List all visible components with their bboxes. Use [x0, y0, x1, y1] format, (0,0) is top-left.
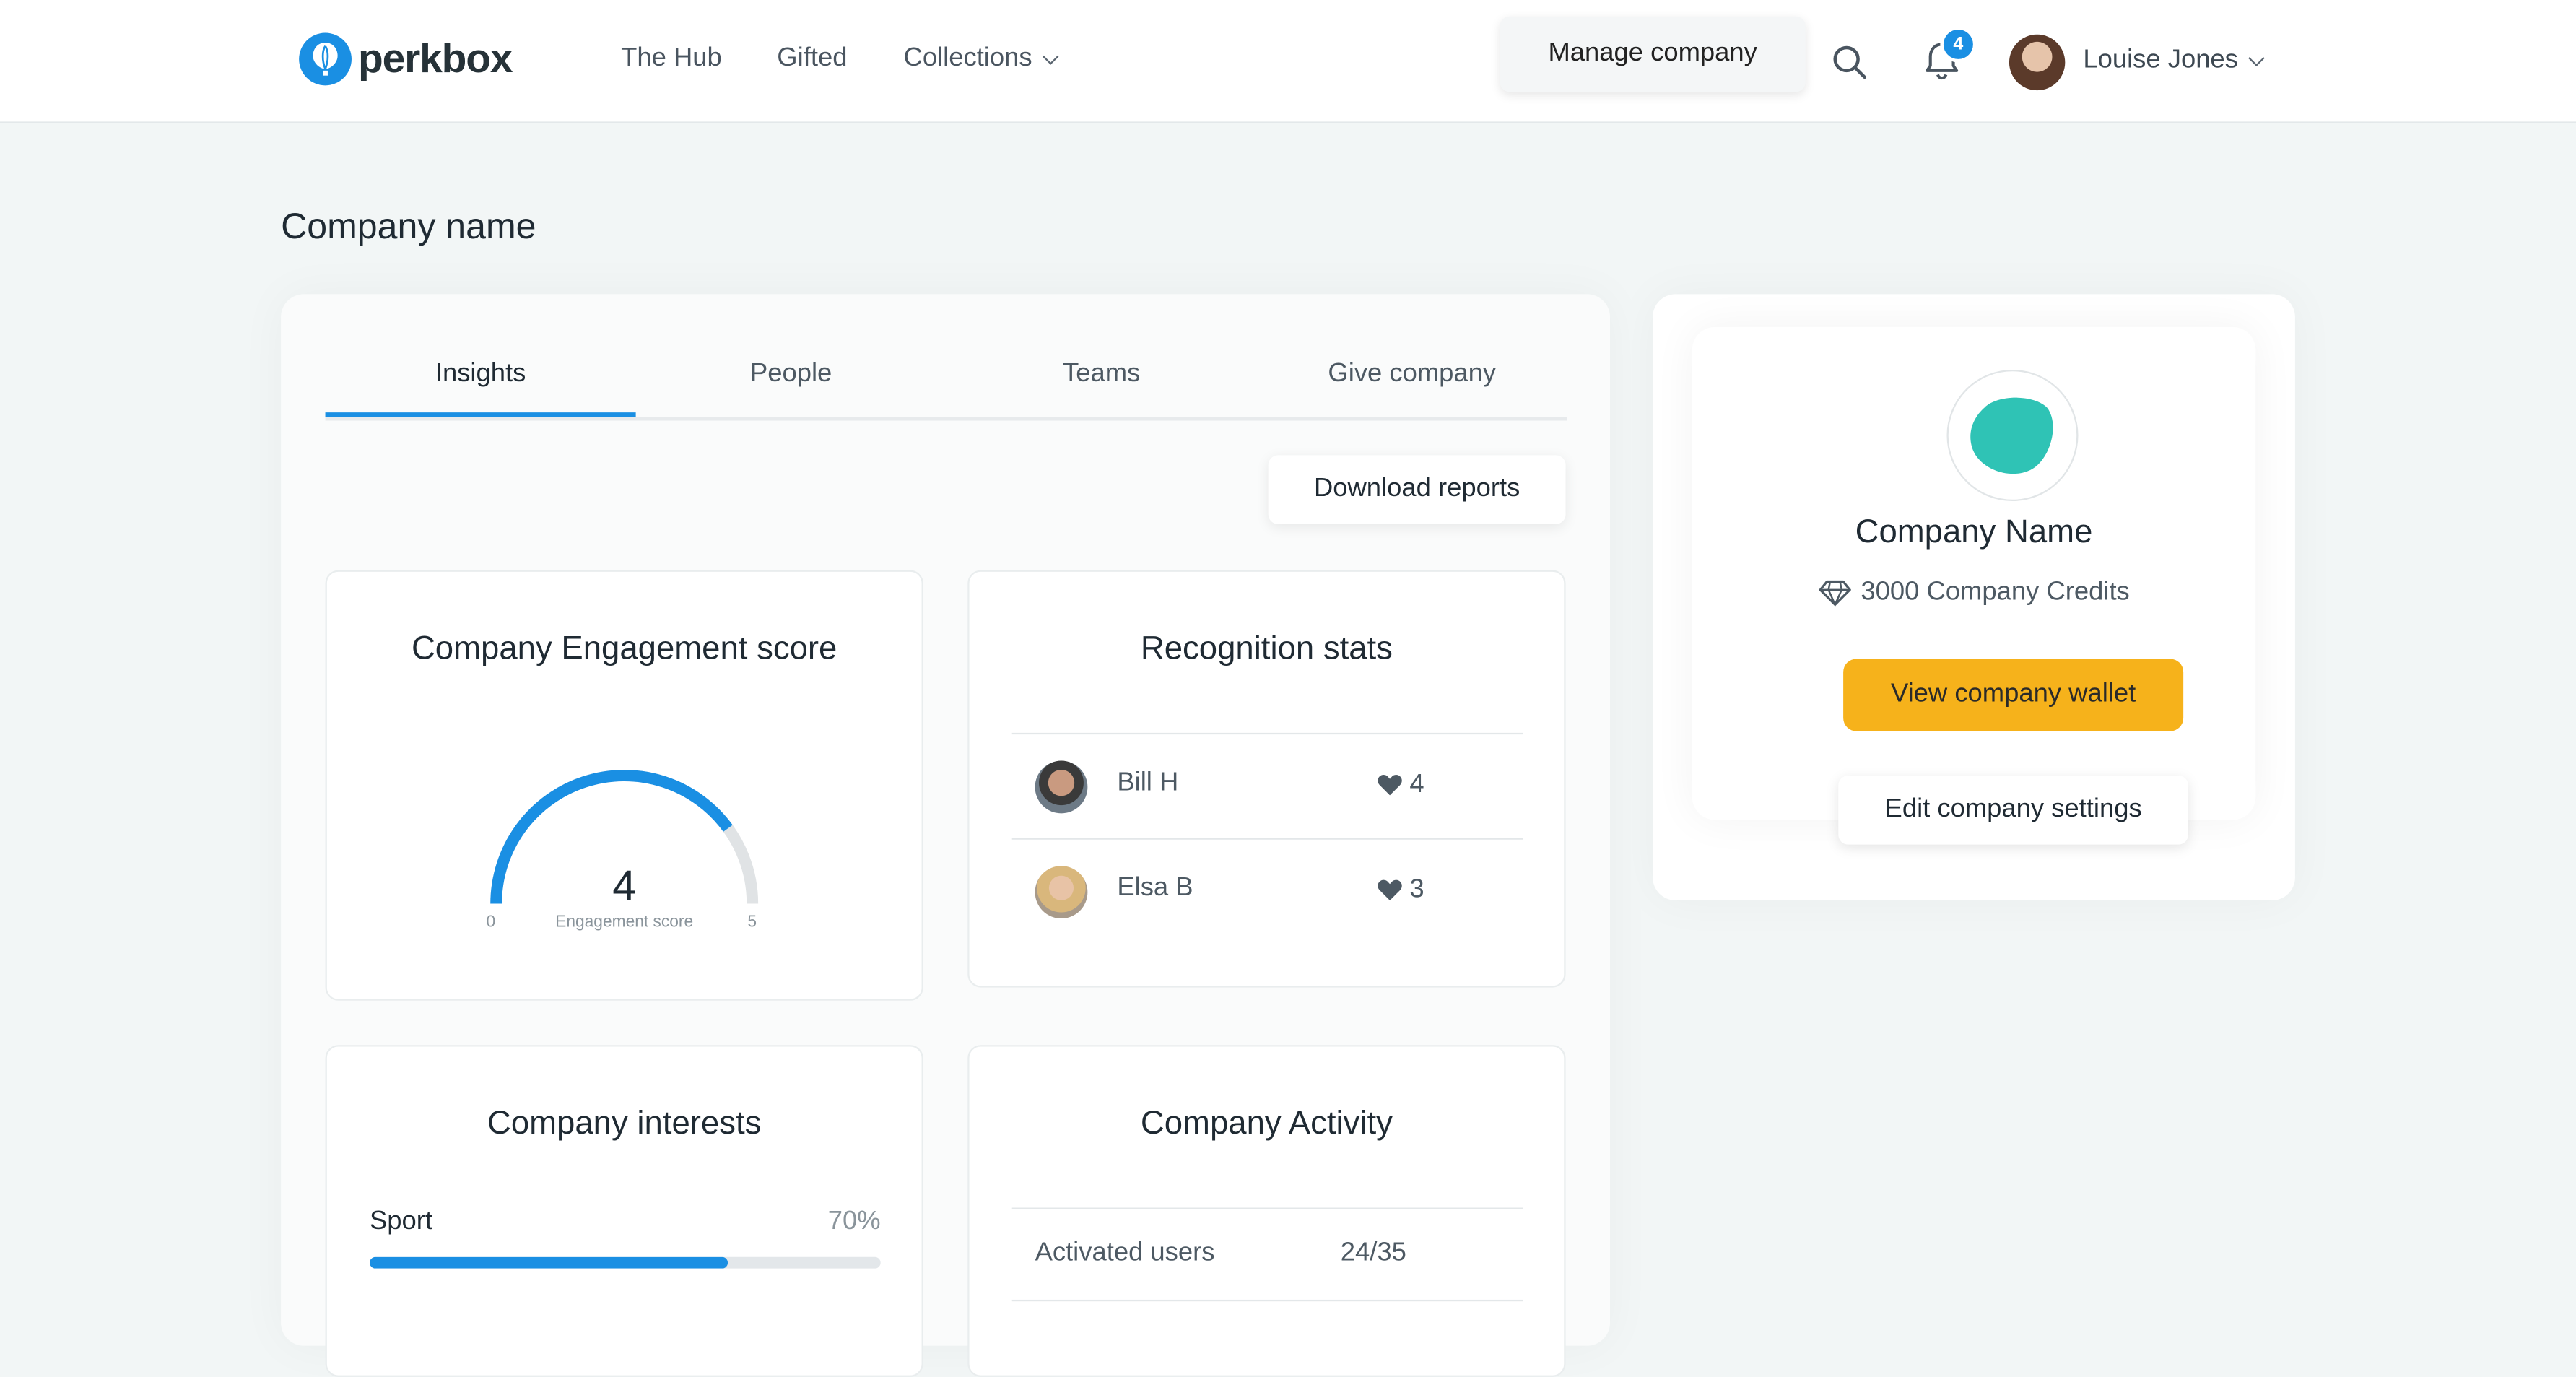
collections-label: Collections — [903, 44, 1032, 73]
brand-logo[interactable]: perkbox — [299, 32, 513, 86]
heart-icon — [1377, 879, 1403, 910]
interest-progress-fill — [369, 1256, 728, 1269]
balloon-icon — [299, 32, 352, 86]
activity-value: 24/35 — [1340, 1238, 1406, 1267]
tab-give-company[interactable]: Give company — [1257, 344, 1567, 417]
company-card: Company Name 3000 Company Credits View c… — [1653, 294, 2295, 900]
interest-label: Sport — [369, 1207, 433, 1236]
recognition-count: 4 — [1409, 770, 1424, 799]
user-avatar[interactable] — [2009, 34, 2066, 91]
activity-panel: Company Activity Activated users 24/35 — [967, 1045, 1566, 1377]
interest-percent: 70% — [827, 1207, 881, 1236]
interest-progress-track — [369, 1256, 881, 1269]
recognition-row[interactable]: Elsa B 3 — [1011, 838, 1523, 944]
credits-text: 3000 Company Credits — [1861, 578, 2130, 607]
search-icon[interactable] — [1832, 44, 1868, 88]
recognition-list: Bill H 4 Elsa B 3 — [1011, 732, 1523, 944]
gauge-max-label: 5 — [747, 913, 757, 932]
download-reports-button[interactable]: Download reports — [1268, 455, 1566, 524]
company-card-inner: Company Name 3000 Company Credits View c… — [1692, 327, 2255, 845]
manage-company-button[interactable]: Manage company — [1500, 16, 1806, 92]
engagement-panel: Company Engagement score 4 0 Engagement … — [325, 570, 923, 1001]
avatar — [1035, 866, 1088, 919]
page-title: Company name — [281, 205, 536, 247]
view-company-wallet-button[interactable]: View company wallet — [1843, 659, 2184, 731]
heart-icon — [1377, 774, 1403, 805]
recognition-panel: Recognition stats Bill H 4 Elsa B 3 — [967, 570, 1566, 988]
company-logo — [1946, 369, 2079, 502]
diamond-icon — [1818, 580, 1851, 607]
company-name: Company Name — [1855, 514, 2093, 551]
tab-people[interactable]: People — [636, 344, 947, 417]
user-name: Louise Jones — [2083, 45, 2238, 74]
gauge-caption: Engagement score — [555, 913, 694, 932]
engagement-title: Company Engagement score — [411, 630, 837, 667]
tab-bar: Insights People Teams Give company — [325, 344, 1567, 421]
brand-name: perkbox — [358, 35, 513, 82]
tab-teams[interactable]: Teams — [947, 344, 1257, 417]
chevron-down-icon — [2248, 49, 2266, 66]
recognition-row[interactable]: Bill H 4 — [1011, 732, 1523, 838]
top-nav: perkbox The Hub Gifted Collections Manag… — [0, 0, 2576, 123]
edit-company-settings-button[interactable]: Edit company settings — [1838, 776, 2188, 845]
company-credits: 3000 Company Credits — [1692, 578, 2255, 608]
activity-row: Activated users 24/35 — [1011, 1209, 1523, 1302]
activity-list: Activated users 24/35 — [1011, 1207, 1523, 1302]
activity-label: Activated users — [1035, 1238, 1215, 1267]
user-menu[interactable]: Louise Jones — [2083, 45, 2266, 76]
engagement-score: 4 — [612, 861, 637, 911]
interests-title: Company interests — [487, 1105, 762, 1142]
recognition-count: 3 — [1409, 875, 1424, 904]
notification-badge: 4 — [1940, 26, 1977, 63]
activity-title: Company Activity — [1140, 1105, 1393, 1142]
nav-link-the-hub[interactable]: The Hub — [621, 44, 722, 74]
nav-link-collections[interactable]: Collections — [903, 44, 1060, 74]
recognition-name: Bill H — [1117, 768, 1179, 797]
interests-panel: Company interests Sport 70% — [325, 1045, 923, 1377]
insights-card: Insights People Teams Give company Downl… — [281, 294, 1610, 1377]
recognition-title: Recognition stats — [1140, 630, 1393, 667]
nav-link-gifted[interactable]: Gifted — [777, 44, 847, 74]
avatar — [1035, 760, 1088, 814]
page-stage: perkbox The Hub Gifted Collections Manag… — [0, 0, 2576, 1377]
tab-insights[interactable]: Insights — [325, 344, 636, 417]
recognition-name: Elsa B — [1117, 874, 1193, 903]
chevron-down-icon — [1043, 48, 1060, 64]
